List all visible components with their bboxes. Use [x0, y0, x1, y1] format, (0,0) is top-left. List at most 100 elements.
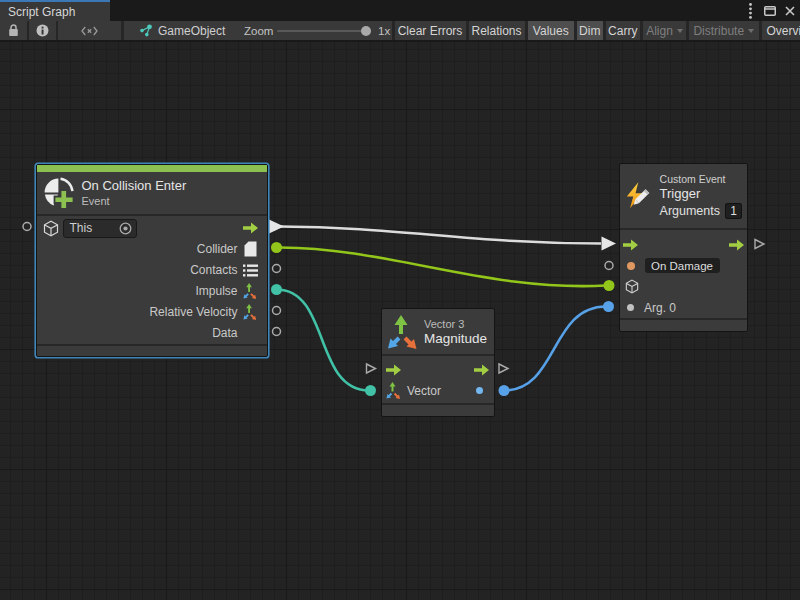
arguments-count-field[interactable]: 1 — [725, 203, 742, 219]
chevron-down-icon — [748, 29, 754, 33]
close-button[interactable] — [780, 0, 800, 21]
row-relative-velocity-output: Relative Velocity — [37, 302, 267, 323]
zoom-slider-track — [277, 30, 369, 32]
string-port-indicator — [627, 262, 635, 270]
node-category: Custom Event — [660, 173, 742, 185]
port-relative-velocity-out[interactable] — [273, 307, 281, 315]
row-impulse-output: Impulse — [37, 281, 267, 302]
vector-input-label: Vector — [407, 384, 441, 398]
arguments-label: Arguments — [660, 204, 720, 218]
chevron-down-icon — [677, 29, 683, 33]
zoom-value: 1x — [378, 21, 390, 40]
script-graph-window: Script Graph — [0, 0, 800, 600]
document-icon — [244, 241, 257, 257]
node-category: Vector 3 — [424, 318, 487, 330]
window-controls — [740, 0, 800, 21]
port-control-out-trigger[interactable] — [755, 240, 764, 249]
port-collider-out[interactable] — [271, 242, 282, 253]
clear-errors-button[interactable]: Clear Errors — [395, 21, 466, 40]
cube-icon — [625, 279, 639, 294]
port-impulse-out[interactable] — [271, 284, 282, 295]
graph-toolbar: GameObject Zoom 1x Clear Errors Relation… — [0, 21, 800, 40]
node-title: Magnitude — [424, 331, 487, 346]
node-header: On Collision Enter Event — [37, 172, 267, 214]
toolbar-context-zone: GameObject Zoom 1x — [124, 21, 392, 40]
port-arg0-in[interactable] — [603, 301, 614, 312]
distribute-button[interactable]: Distribute — [689, 21, 759, 40]
port-this-in[interactable] — [23, 223, 31, 231]
wire-collider-target — [280, 248, 606, 287]
this-object-field[interactable]: This — [63, 219, 137, 238]
dim-button[interactable]: Dim — [577, 21, 603, 40]
tab-bar: Script Graph — [0, 0, 800, 21]
window-menu-button[interactable] — [740, 0, 760, 21]
node-title: On Collision Enter — [82, 178, 187, 193]
node-body: On Damage Arg. 0 — [620, 230, 747, 318]
event-name-field[interactable]: On Damage — [645, 258, 720, 273]
row-vector-input: Vector — [382, 380, 494, 401]
code-view-button[interactable] — [58, 21, 121, 40]
gameobject-icon — [139, 24, 153, 37]
row-contacts-output: Contacts — [37, 260, 267, 281]
row-arg0-input: Arg. 0 — [620, 297, 747, 318]
control-flow-out-icon — [474, 364, 489, 376]
zoom-slider[interactable] — [277, 21, 369, 40]
cube-icon — [43, 220, 59, 237]
port-control-in-trigger[interactable] — [602, 237, 617, 251]
lock-icon — [8, 24, 19, 37]
node-footer — [37, 346, 267, 357]
this-value: This — [70, 221, 119, 235]
event-accent-bar — [37, 165, 267, 172]
node-footer — [382, 405, 494, 418]
carry-button[interactable]: Carry — [606, 21, 641, 40]
node-trigger-custom-event[interactable]: Custom Event Trigger Arguments 1 — [619, 163, 748, 332]
float-output-indicator — [476, 387, 484, 395]
wire-control-flow — [280, 227, 601, 244]
node-subtitle: Event — [82, 195, 187, 207]
inspect-button[interactable] — [29, 21, 56, 40]
node-on-collision-enter[interactable]: On Collision Enter Event This — [36, 164, 268, 357]
list-icon — [243, 264, 258, 277]
port-event-name-in[interactable] — [605, 262, 613, 270]
lock-button[interactable] — [0, 21, 27, 40]
control-flow-out-icon — [243, 222, 258, 234]
port-control-in-magnitude[interactable] — [367, 364, 376, 373]
overview-button[interactable]: Overview — [762, 21, 800, 40]
close-icon — [785, 6, 795, 16]
code-icon — [81, 26, 98, 36]
node-title: Trigger — [660, 186, 742, 201]
row-control-flow — [620, 234, 747, 255]
row-collider-output: Collider — [37, 239, 267, 260]
control-flow-out-icon — [729, 239, 744, 251]
vector3-icon — [243, 282, 258, 300]
row-target-input: This — [37, 218, 267, 239]
arguments-row: Arguments 1 — [660, 203, 742, 219]
row-data-output: Data — [37, 323, 267, 344]
port-target-in[interactable] — [604, 280, 615, 291]
row-target-input — [620, 276, 747, 297]
maximize-icon — [764, 6, 776, 16]
zoom-slider-handle[interactable] — [361, 26, 371, 36]
port-magnitude-out[interactable] — [499, 385, 510, 396]
node-vector3-magnitude[interactable]: Vector 3 Magnitude — [381, 308, 495, 417]
custom-event-icon — [625, 181, 652, 211]
graph-canvas[interactable]: On Collision Enter Event This — [0, 42, 800, 600]
port-control-out-collision[interactable] — [269, 220, 284, 234]
info-icon — [36, 24, 49, 37]
values-button[interactable]: Values — [528, 21, 575, 40]
toolbar-buttons: Clear Errors Relations Values Dim Carry … — [395, 21, 800, 40]
node-body: This Collider — [37, 216, 267, 344]
port-control-out-magnitude[interactable] — [499, 364, 508, 373]
port-vector-in[interactable] — [365, 385, 376, 396]
tab-script-graph[interactable]: Script Graph — [0, 0, 110, 21]
port-data-out[interactable] — [273, 328, 281, 336]
node-footer — [620, 320, 747, 333]
control-flow-in-icon — [386, 364, 401, 376]
object-picker-icon[interactable] — [119, 222, 132, 235]
port-contacts-out[interactable] — [273, 265, 281, 273]
align-button[interactable]: Align — [643, 21, 686, 40]
maximize-button[interactable] — [760, 0, 780, 21]
relations-button[interactable]: Relations — [469, 21, 525, 40]
zoom-label: Zoom — [244, 21, 273, 40]
kebab-menu-icon — [749, 3, 752, 19]
